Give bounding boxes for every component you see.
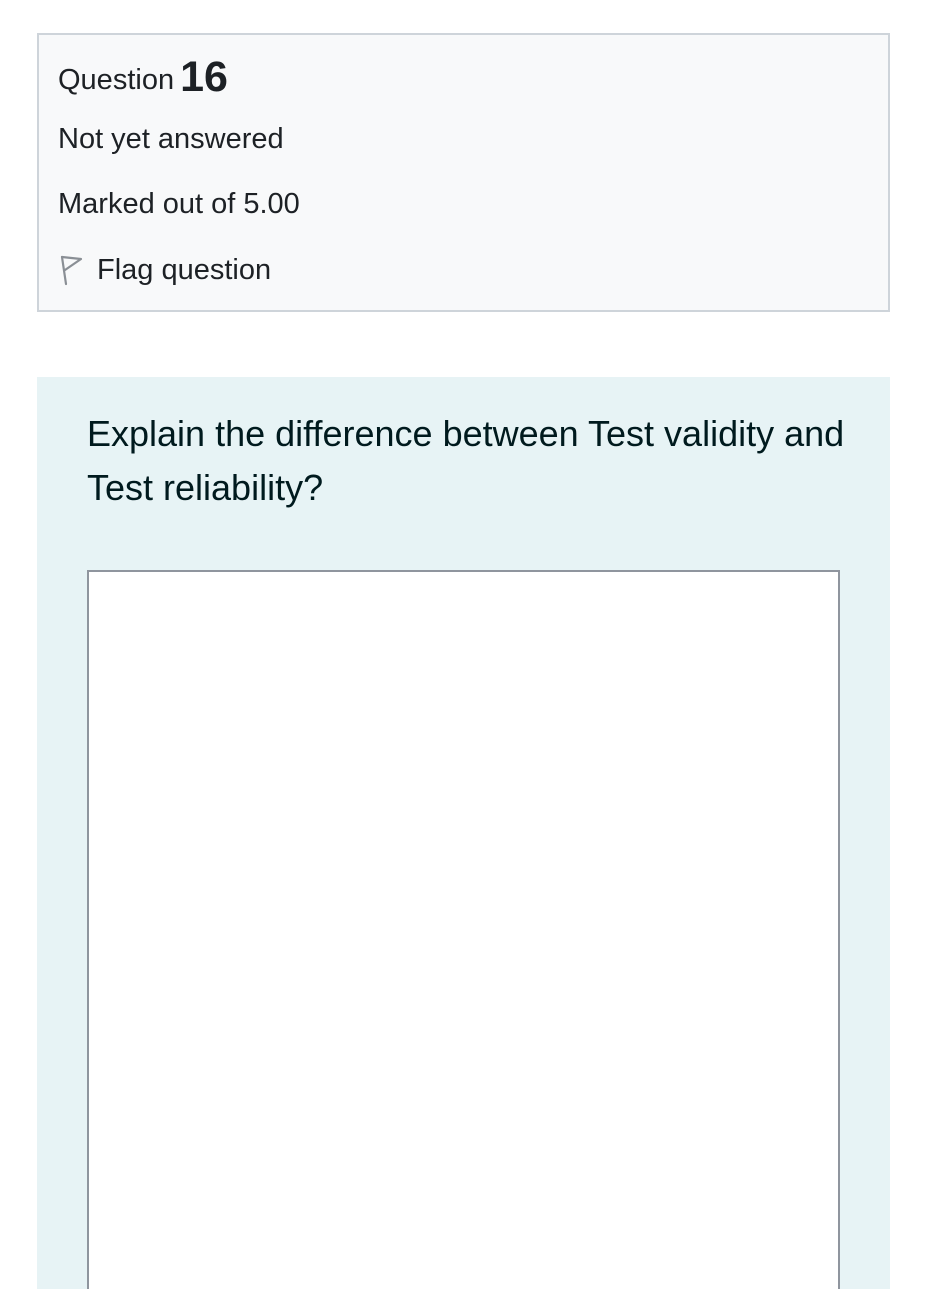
- answer-textarea[interactable]: [87, 570, 840, 1289]
- question-info-panel: Question 16 Not yet answered Marked out o…: [37, 33, 890, 312]
- question-number: 16: [180, 53, 228, 101]
- question-state: Not yet answered: [58, 123, 284, 155]
- flag-question-label: Flag question: [97, 253, 272, 286]
- question-heading: Question 16: [58, 53, 228, 102]
- flag-question-link[interactable]: Flag question: [58, 250, 271, 290]
- question-label: Question: [58, 64, 175, 96]
- quiz-page: Question 16 Not yet answered Marked out o…: [0, 0, 926, 1289]
- question-grade: Marked out of 5.00: [58, 188, 300, 220]
- question-content-panel: Explain the difference between Test vali…: [37, 377, 890, 1289]
- flag-outline-icon: [60, 255, 83, 286]
- question-text: Explain the difference between Test vali…: [87, 413, 845, 508]
